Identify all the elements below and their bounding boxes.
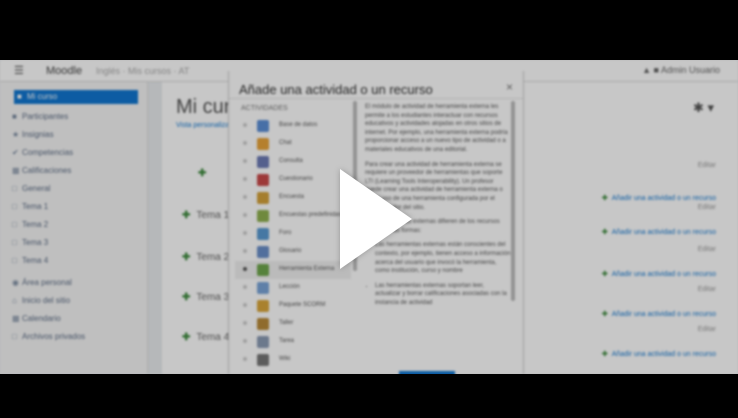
play-icon[interactable] [340,169,412,269]
video-player[interactable]: ☰ Moodle Inglés · Mis cursos · AT ▲ ■ Ad… [0,0,738,418]
video-frame[interactable]: ☰ Moodle Inglés · Mis cursos · AT ▲ ■ Ad… [0,60,738,374]
